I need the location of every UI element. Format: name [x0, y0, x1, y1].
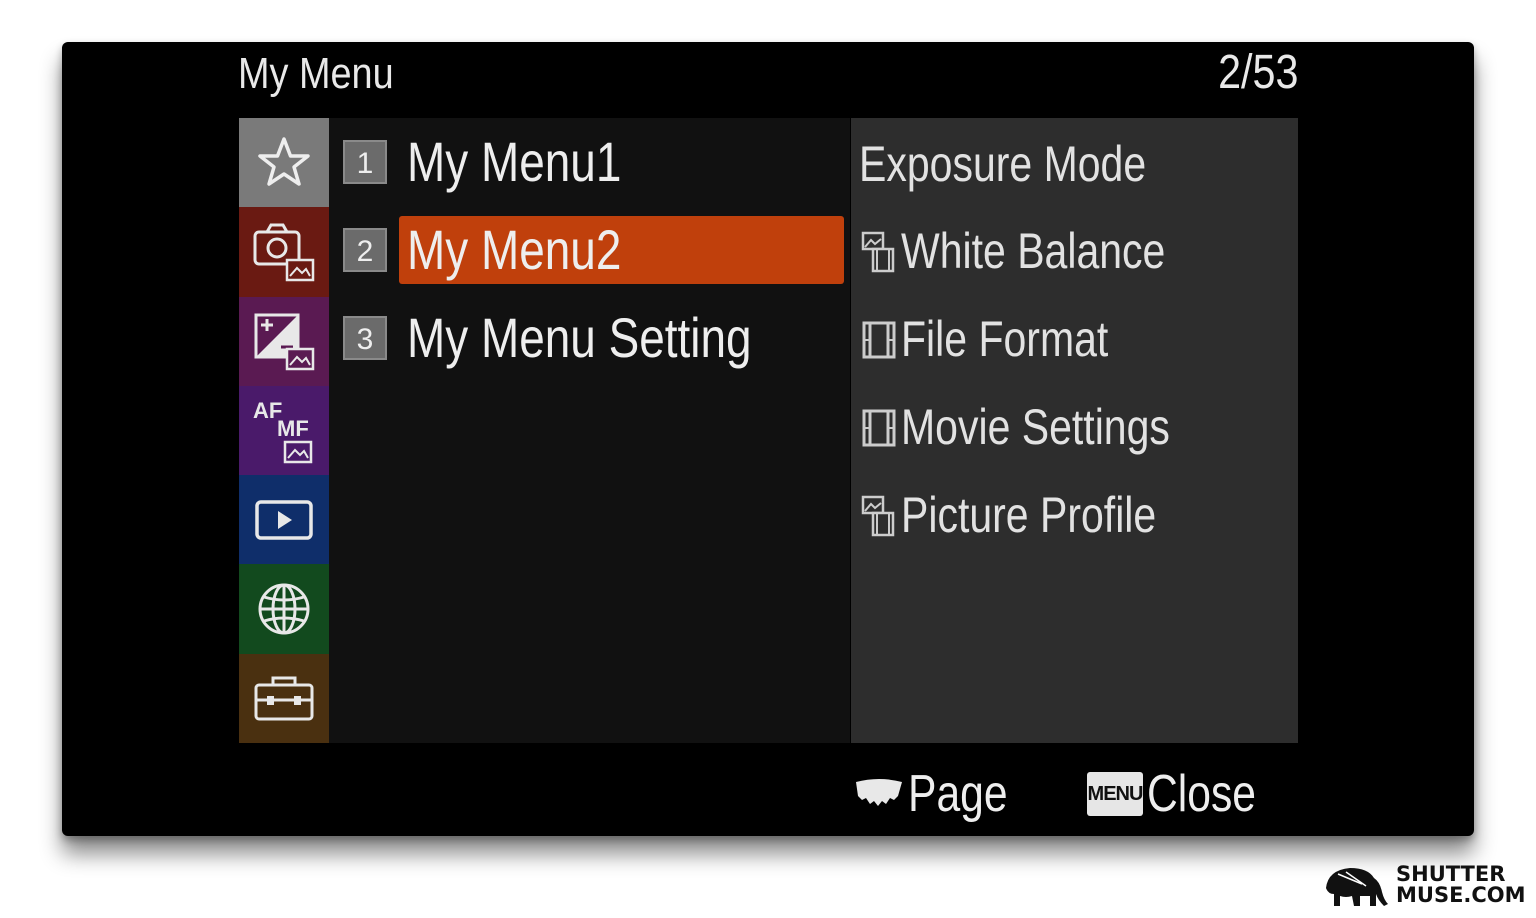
menu-item-label: My Menu1 — [407, 130, 622, 193]
tab-shooting[interactable] — [239, 207, 329, 297]
menu-list: 1 My Menu1 2 My Menu2 3 My Menu Setting — [329, 118, 850, 743]
preview-item-exposure-mode[interactable]: Exposure Mode — [859, 120, 1209, 208]
preview-item-picture-profile[interactable]: Picture Profile — [861, 471, 1212, 559]
svg-text:MF: MF — [277, 416, 309, 441]
menu-item-my-menu2[interactable]: 2 My Menu2 — [329, 206, 850, 294]
tab-my-menu[interactable] — [239, 118, 329, 208]
menu-item-label: My Menu Setting — [407, 306, 752, 369]
menu-button-icon: MENU — [1087, 772, 1143, 816]
watermark-text: SHUTTER MUSE.COM — [1396, 862, 1526, 907]
watermark-logo: SHUTTER MUSE.COM — [1316, 858, 1528, 912]
toolbox-icon — [254, 676, 314, 721]
menu-item-number: 1 — [343, 140, 387, 184]
preview-item-file-format[interactable]: File Format — [861, 295, 1154, 383]
exposure-compensation-icon — [254, 313, 315, 371]
photo-movie-icon — [861, 231, 895, 273]
menu-item-my-menu1[interactable]: 1 My Menu1 — [329, 118, 850, 206]
tab-playback[interactable] — [239, 475, 329, 565]
page-hint[interactable]: Page — [854, 764, 1029, 824]
preview-item-white-balance[interactable]: White Balance — [861, 207, 1223, 295]
camera-icon — [253, 223, 315, 282]
menu-item-my-menu-setting[interactable]: 3 My Menu Setting — [329, 294, 850, 382]
menu-item-number: 2 — [343, 228, 387, 272]
elephant-logo-icon — [1326, 868, 1388, 906]
photo-movie-icon — [861, 495, 895, 537]
tab-exposure-color[interactable] — [239, 296, 329, 386]
page-indicator: 2/53 — [1217, 46, 1298, 99]
globe-icon — [258, 583, 310, 635]
menu-item-label-selected: My Menu2 — [399, 216, 844, 284]
close-hint[interactable]: MENU Close — [1087, 764, 1280, 824]
tab-network[interactable] — [239, 564, 329, 654]
tab-setup[interactable] — [239, 653, 329, 744]
preview-item-movie-settings[interactable]: Movie Settings — [861, 383, 1229, 471]
star-icon — [258, 136, 310, 186]
category-sidebar: AF MF — [239, 118, 329, 744]
film-icon — [862, 321, 896, 359]
control-dial-icon — [856, 779, 902, 806]
play-icon — [255, 500, 313, 540]
tab-focus[interactable]: AF MF — [239, 385, 329, 476]
menu-item-number: 3 — [343, 316, 387, 360]
af-mf-icon: AF MF — [253, 398, 313, 463]
page-title: My Menu — [238, 49, 394, 98]
submenu-preview: Exposure Mode White Balance File Format — [851, 118, 1298, 743]
film-icon — [862, 409, 896, 447]
